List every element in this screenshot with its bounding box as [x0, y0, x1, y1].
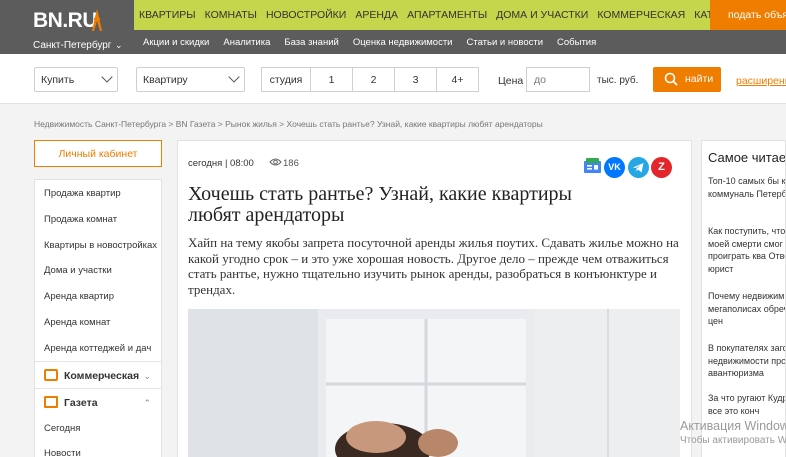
article-title: Хочешь стать рантье? Узнай, какие кварти…	[188, 183, 572, 226]
subnav-stati[interactable]: Статьи и новости	[466, 37, 543, 48]
google-news-icon[interactable]	[582, 157, 603, 178]
zen-icon[interactable]: Z	[651, 157, 672, 178]
property-type-select[interactable]: Квартиру	[136, 67, 245, 92]
most-read-item[interactable]: За что ругают Кудр когда все это конч	[708, 392, 785, 417]
personal-cabinet-button[interactable]: Личный кабинет	[34, 140, 162, 167]
nav-kommercheskaya[interactable]: КОММЕРЧЕСКАЯ	[597, 9, 685, 21]
site-logo[interactable]: BN.RU	[33, 9, 98, 33]
most-read-item[interactable]: Топ-10 самых бы комнат коммуналь Петербу…	[708, 175, 785, 200]
article-lead: Хайп на тему якобы запрета посуточной ар…	[188, 235, 679, 297]
subnav-otsenka[interactable]: Оценка недвижимости	[353, 37, 453, 48]
sidebar-group-gazeta[interactable]: Газета ⌃	[35, 387, 161, 415]
most-read-item[interactable]: Как поступить, что после моей смерти смо…	[708, 225, 785, 275]
top-navigation: КВАРТИРЫ КОМНАТЫ НОВОСТРОЙКИ АРЕНДА АПАР…	[134, 0, 759, 30]
sidebar-item-novosti[interactable]: Новости	[35, 440, 161, 457]
find-button-label: найти	[685, 73, 714, 85]
article-card: сегодня | 08:00 186 VK Z Хочешь стать ра…	[177, 140, 692, 457]
book-icon	[44, 395, 58, 408]
price-input[interactable]	[526, 67, 590, 92]
search-icon	[664, 72, 678, 86]
sidebar-group-label: Газета	[64, 396, 98, 409]
most-read-item[interactable]: В покупателях заго недвижимости про аван…	[708, 342, 785, 380]
sidebar-item-novostroyki[interactable]: Квартиры в новостройках	[35, 232, 161, 258]
sidebar-item-prodazha-komnat[interactable]: Продажа комнат	[35, 206, 161, 232]
sub-navigation: Акции и скидки Аналитика База знаний Оце…	[134, 30, 786, 54]
site-header: BN.RU Санкт-Петербург ⌄ КВАРТИРЫ КОМНАТЫ…	[0, 0, 786, 54]
sidebar-item-arenda-kottedzhey[interactable]: Аренда коттеджей и дач	[35, 335, 161, 361]
briefcase-icon	[44, 368, 58, 381]
room-option-studio[interactable]: студия	[261, 67, 311, 92]
nav-doma-uchastki[interactable]: ДОМА И УЧАСТКИ	[496, 9, 588, 21]
room-option-2[interactable]: 2	[352, 67, 395, 92]
windows-activation-hint: Чтобы активировать Windo	[680, 435, 786, 446]
nav-komnaty[interactable]: КОМНАТЫ	[205, 9, 257, 21]
sidebar-menu: Продажа квартир Продажа комнат Квартиры …	[34, 179, 162, 457]
room-option-1[interactable]: 1	[310, 67, 353, 92]
chevron-down-icon	[228, 71, 240, 83]
logo-area[interactable]: BN.RU Санкт-Петербург ⌄	[0, 0, 134, 54]
subnav-aktsii[interactable]: Акции и скидки	[143, 37, 209, 48]
nav-apartamenty[interactable]: АПАРТАМЕНТЫ	[407, 9, 487, 21]
chevron-down-icon	[101, 71, 113, 83]
sidebar-item-arenda-komnat[interactable]: Аренда комнат	[35, 309, 161, 335]
most-read-title: Самое читае	[708, 150, 786, 165]
article-photo	[188, 309, 680, 457]
search-bar: Купить Квартиру студия 1 2 3 4+ Цена тыс…	[0, 54, 786, 104]
windows-activation-watermark: Активация Window	[680, 419, 786, 433]
sidebar-item-arenda-kvartir[interactable]: Аренда квартир	[35, 283, 161, 309]
currency-label: тыс. руб.	[597, 75, 639, 86]
sidebar-item-segodnya[interactable]: Сегодня	[35, 415, 161, 441]
subnav-analitika[interactable]: Аналитика	[223, 37, 270, 48]
sidebar-group-label: Коммерческая	[64, 369, 140, 382]
sidebar-item-prodazha-kvartir[interactable]: Продажа квартир	[35, 180, 161, 206]
vk-icon[interactable]: VK	[604, 157, 625, 178]
city-selector[interactable]: Санкт-Петербург	[33, 40, 111, 51]
most-read-item[interactable]: Почему недвижим мегаполисах обреч рост ц…	[708, 290, 785, 328]
chevron-up-icon: ⌃	[143, 397, 151, 408]
breadcrumb[interactable]: Недвижимость Санкт-Петербурга > BN Газет…	[34, 119, 543, 129]
price-label: Цена	[498, 75, 524, 87]
article-date: сегодня | 08:00	[188, 158, 254, 169]
room-option-4plus[interactable]: 4+	[436, 67, 479, 92]
deal-select[interactable]: Купить	[34, 67, 118, 92]
find-button[interactable]: найти	[653, 67, 721, 92]
post-ad-button[interactable]: подать объяв	[710, 0, 786, 30]
room-option-3[interactable]: 3	[394, 67, 437, 92]
property-type-value: Квартиру	[143, 74, 188, 86]
chevron-down-icon[interactable]: ⌄	[115, 40, 123, 51]
advanced-search-link[interactable]: расширенны	[736, 75, 786, 87]
sidebar-group-commercial[interactable]: Коммерческая ⌄	[35, 360, 161, 388]
subnav-sobytiya[interactable]: События	[557, 37, 596, 48]
article-views: 186	[283, 158, 299, 169]
nav-kvartiry[interactable]: КВАРТИРЫ	[139, 9, 196, 21]
subnav-baza-znaniy[interactable]: База знаний	[284, 37, 338, 48]
eye-icon	[269, 158, 282, 166]
deal-select-value: Купить	[41, 74, 75, 86]
nav-novostroyki[interactable]: НОВОСТРОЙКИ	[266, 9, 346, 21]
chevron-down-icon: ⌄	[143, 370, 151, 381]
telegram-icon[interactable]	[628, 157, 649, 178]
sidebar-item-doma[interactable]: Дома и участки	[35, 257, 161, 283]
most-read-panel: Самое читае Топ-10 самых бы комнат комму…	[701, 140, 786, 457]
nav-arenda[interactable]: АРЕНДА	[355, 9, 398, 21]
tower-icon	[92, 9, 102, 31]
rooms-selector: студия 1 2 3 4+	[261, 67, 479, 92]
